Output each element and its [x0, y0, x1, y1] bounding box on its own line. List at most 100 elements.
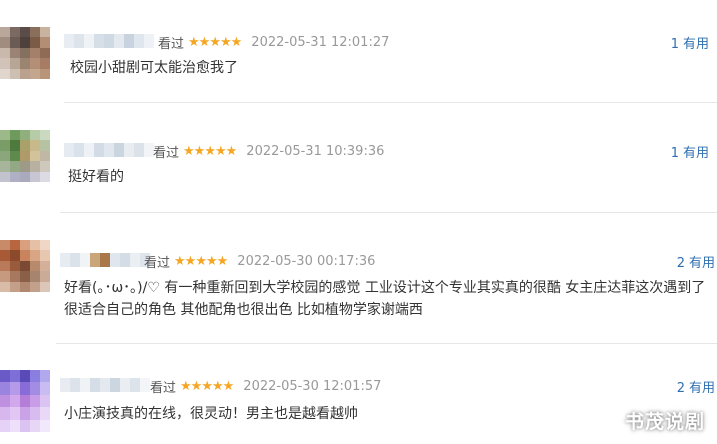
useful-count: 1 — [670, 146, 679, 161]
avatar-pixel — [10, 382, 20, 395]
avatar-pixel — [30, 271, 40, 282]
avatar-pixel — [20, 370, 30, 383]
avatar-pixel — [0, 419, 10, 432]
avatar-pixel — [40, 394, 50, 408]
username-mosaic-block — [70, 378, 80, 392]
username-mosaic-block — [124, 34, 134, 48]
avatar-pixel — [10, 260, 20, 272]
avatar-pixel — [30, 150, 40, 162]
username-mosaic-block — [94, 143, 104, 157]
avatar-pixel — [10, 27, 20, 38]
avatar[interactable] — [0, 370, 50, 432]
useful-label: 有用 — [688, 256, 715, 271]
avatar-pixel — [20, 68, 30, 79]
review-date: 2022-05-31 10:39:36 — [246, 144, 385, 159]
username-mosaic-block — [140, 378, 150, 392]
avatar-pixel — [30, 394, 40, 408]
divider — [64, 102, 717, 103]
rating-stars: ★★★★★ — [188, 35, 242, 50]
avatar-pixel — [30, 130, 40, 141]
avatar-pixel — [20, 161, 30, 172]
avatar-pixel — [10, 407, 20, 420]
avatar-pixel — [30, 281, 40, 292]
username-mosaic[interactable] — [60, 253, 150, 267]
review-meta: 看过 ★★★★★ 2022-05-31 12:01:27 — [158, 33, 389, 52]
avatar-pixel — [30, 250, 40, 261]
review-meta: 看过 ★★★★★ 2022-05-30 00:17:36 — [144, 252, 375, 271]
avatar-pixel — [0, 394, 10, 408]
username-mosaic-block — [84, 34, 94, 48]
avatar-pixel — [10, 47, 20, 59]
useful-button[interactable]: 2 有用 — [677, 377, 715, 396]
username-mosaic-block — [64, 143, 74, 157]
avatar-pixel — [20, 140, 30, 151]
avatar[interactable] — [0, 27, 50, 79]
avatar-pixel — [40, 281, 50, 292]
avatar[interactable] — [0, 130, 50, 182]
avatar-pixel — [30, 68, 40, 79]
avatar-pixel — [20, 47, 30, 59]
avatar-pixel — [40, 47, 50, 59]
avatar-pixel — [0, 260, 10, 272]
avatar-pixel — [40, 271, 50, 282]
rating-stars: ★★★★★ — [174, 254, 228, 269]
username-mosaic-block — [124, 143, 134, 157]
watched-label: 看过 — [153, 146, 180, 161]
review-content: 小庄演技真的在线，很灵动！男主也是越看越帅 — [64, 406, 358, 422]
avatar-pixel — [0, 150, 10, 162]
username-mosaic-block — [80, 378, 90, 392]
avatar-pixel — [40, 419, 50, 432]
avatar-pixel — [30, 140, 40, 151]
avatar-pixel — [40, 150, 50, 162]
avatar-pixel — [30, 171, 40, 182]
avatar-pixel — [10, 281, 20, 292]
avatar-pixel — [20, 260, 30, 272]
avatar-pixel — [0, 250, 10, 261]
avatar-pixel — [40, 37, 50, 48]
username-mosaic-block — [114, 143, 124, 157]
username-mosaic-block — [70, 253, 80, 267]
username-mosaic-block — [104, 143, 114, 157]
avatar-pixel — [40, 382, 50, 395]
review-content: 好看(｡･ω･｡)/♡ 有一种重新回到大学校园的感觉 工业设计这个专业其实真的很… — [64, 280, 706, 318]
avatar-pixel — [40, 240, 50, 251]
avatar-pixel — [10, 271, 20, 282]
avatar-pixel — [20, 271, 30, 282]
avatar-pixel — [10, 394, 20, 408]
username-mosaic-block — [74, 143, 84, 157]
avatar-pixel — [40, 250, 50, 261]
useful-label: 有用 — [682, 146, 709, 161]
avatar-pixel — [10, 370, 20, 383]
useful-count: 1 — [670, 37, 679, 52]
useful-button[interactable]: 1 有用 — [671, 33, 709, 52]
avatar-pixel — [20, 27, 30, 38]
avatar-pixel — [30, 27, 40, 38]
avatar-pixel — [20, 382, 30, 395]
username-mosaic-block — [144, 34, 154, 48]
avatar-pixel — [30, 382, 40, 395]
avatar-pixel — [0, 130, 10, 141]
avatar-pixel — [0, 407, 10, 420]
avatar-pixel — [20, 250, 30, 261]
review-date: 2022-05-31 12:01:27 — [251, 35, 390, 50]
avatar-pixel — [10, 150, 20, 162]
username-mosaic[interactable] — [60, 378, 150, 392]
avatar[interactable] — [0, 240, 50, 292]
avatar-pixel — [20, 407, 30, 420]
username-mosaic-block — [84, 143, 94, 157]
avatar-pixel — [10, 161, 20, 172]
review-date: 2022-05-30 12:01:57 — [243, 379, 382, 394]
rating-stars: ★★★★★ — [180, 379, 234, 394]
avatar-pixel — [30, 161, 40, 172]
avatar-pixel — [30, 260, 40, 272]
username-mosaic-block — [114, 34, 124, 48]
username-mosaic[interactable] — [64, 34, 154, 48]
username-mosaic-block — [80, 253, 90, 267]
username-mosaic[interactable] — [64, 143, 154, 157]
avatar-pixel — [0, 382, 10, 395]
avatar-pixel — [30, 240, 40, 251]
watched-label: 看过 — [144, 256, 171, 271]
useful-button[interactable]: 1 有用 — [671, 142, 709, 161]
useful-button[interactable]: 2 有用 — [677, 252, 715, 271]
avatar-pixel — [0, 140, 10, 151]
